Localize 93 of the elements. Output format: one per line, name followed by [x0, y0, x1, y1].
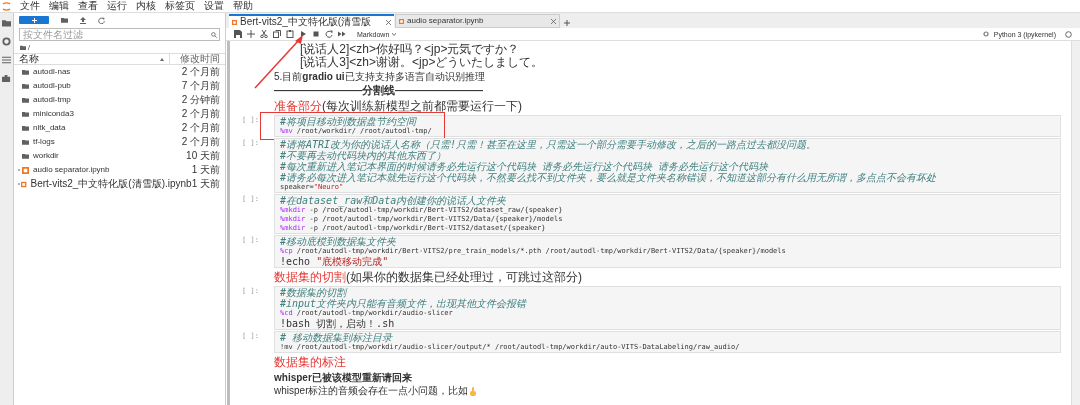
notebook-icon: [21, 180, 27, 188]
file-name[interactable]: autodl-pub: [33, 82, 182, 90]
new-folder-icon[interactable]: [61, 17, 68, 23]
search-icon: [211, 32, 217, 38]
close-icon[interactable]: [551, 18, 556, 24]
restart-icon[interactable]: [325, 30, 333, 38]
file-name[interactable]: workdir: [33, 152, 187, 160]
menu-item[interactable]: 编辑: [49, 1, 69, 11]
notebook-icon: [232, 19, 237, 25]
modified-column-header[interactable]: 修改时间: [170, 54, 225, 64]
menu-item[interactable]: 帮助: [233, 1, 253, 11]
folder-icon: [22, 111, 29, 117]
scrollbar[interactable]: [1071, 41, 1080, 405]
tab-label: Bert-vits2_中文特化版(清雪版: [240, 17, 373, 27]
upload-icon[interactable]: [80, 16, 86, 24]
folder-icon[interactable]: [2, 19, 11, 27]
name-column-header[interactable]: 名称: [14, 54, 170, 64]
modified-time: 2 个月前: [181, 67, 220, 77]
notebook-tab[interactable]: Bert-vits2_中文特化版(清雪版: [229, 14, 394, 28]
code-line: #数据集的切割: [280, 287, 348, 298]
folder-icon: [22, 139, 29, 145]
modified-time: 7 个月前: [181, 81, 220, 91]
file-name[interactable]: autodl-nas: [33, 68, 182, 76]
code-line: #将项目移动到数据盘节约空间: [280, 116, 417, 127]
sort-caret-icon: [160, 57, 164, 61]
markdown-paragraph: whisper标注的音频会存在一点小问题，比如: [274, 386, 469, 396]
settings-icon[interactable]: [982, 31, 989, 37]
file-name[interactable]: Bert-vits2_中文特化版(清雪版).ipynb: [30, 179, 192, 189]
file-name[interactable]: autodl-tmp: [33, 96, 182, 104]
file-name[interactable]: nltk_data: [33, 124, 182, 132]
markdown-code-line: [说话人2]<zh>你好吗？<jp>元気ですか？: [300, 43, 521, 56]
notebook-icon: [399, 18, 404, 24]
menu-item[interactable]: 文件: [20, 1, 40, 11]
code-line: #请将ATRI改为你的说话人名称（只需!只需！甚至在这里，只需这一个部分需要手动修改，之后的一路点过去都没问题。: [280, 139, 818, 150]
code-line: # 移动数据集到标注目录: [280, 332, 393, 343]
new-launcher-button[interactable]: [19, 16, 49, 24]
menu-item[interactable]: 运行: [107, 1, 127, 11]
pointing-hand-icon: [469, 386, 478, 396]
modified-time: 10 天前: [186, 151, 220, 161]
modified-time: 2 个月前: [181, 137, 220, 147]
modified-time: 2 个月前: [181, 123, 220, 133]
close-icon[interactable]: [386, 19, 391, 25]
cut-icon[interactable]: [260, 30, 268, 38]
menu-item[interactable]: 设置: [204, 1, 224, 11]
modified-time: 2 分钟前: [181, 95, 220, 105]
copy-icon[interactable]: [273, 30, 281, 38]
modified-time: 1 天前: [191, 165, 220, 175]
plus-icon: [31, 17, 37, 23]
menu-item[interactable]: 内核: [136, 1, 156, 11]
section-heading: 数据集的切割(如果你的数据集已经处理过，可跳过这部分): [274, 271, 583, 284]
menu-item[interactable]: 查看: [78, 1, 98, 11]
code-line: #每次重新进入笔记本界面的时候请务必先运行这个代码块 请务必先运行这个代码块 请务必先运行这个代码块: [280, 161, 770, 172]
annotation-arrow: [254, 35, 303, 89]
tab-label: audio separator.ipynb: [407, 17, 485, 25]
notebook-tab[interactable]: audio separator.ipynb: [395, 14, 560, 28]
filter-field[interactable]: 按文件名过滤: [19, 28, 220, 41]
paste-icon[interactable]: [286, 30, 294, 38]
folder-icon[interactable]: [20, 44, 26, 50]
folder-icon: [22, 83, 29, 89]
file-name[interactable]: tf-logs: [33, 138, 182, 146]
running-icon[interactable]: [2, 37, 11, 46]
save-icon[interactable]: [234, 30, 242, 38]
code-line: !echo "底模移动完成": [280, 256, 390, 267]
menu-item[interactable]: 标签页: [165, 1, 195, 11]
code-line: #不要再去动代码块内的其他东西了）: [280, 150, 447, 161]
stop-icon[interactable]: [312, 30, 320, 38]
code-line: #input文件夹内只能有音频文件，出现其他文件会报错: [280, 298, 528, 309]
markdown-bold-text: whisper已被该模型重新请回来: [274, 372, 413, 383]
markdown-paragraph: 5.目前gradio ui已支持支持多语言自动识别推理: [274, 71, 486, 82]
folder-icon: [22, 97, 29, 103]
markdown-code-line: [说话人3]<zh>谢谢。<jp>どういたしまして。: [300, 56, 545, 69]
fast-forward-icon[interactable]: [338, 30, 346, 38]
code-line: #移动底模到数据集文件夹: [280, 236, 397, 247]
kernel-status-icon: [1065, 30, 1072, 38]
code-line: !bash 切割，启动！.sh: [280, 318, 396, 329]
file-name[interactable]: audio separator.ipynb: [33, 166, 192, 174]
list-icon[interactable]: [2, 56, 11, 64]
section-heading: 数据集的标注: [274, 356, 347, 369]
notebook-icon: [22, 166, 29, 174]
folder-icon: [22, 153, 29, 159]
caret-icon: [392, 32, 397, 36]
add-tab-icon[interactable]: [564, 20, 570, 26]
app-logo-icon: [2, 1, 11, 11]
divider-heading: ————————分割线————————: [274, 84, 484, 97]
file-name[interactable]: miniconda3: [33, 110, 182, 118]
add-cell-icon[interactable]: [247, 30, 255, 38]
modified-time: 2 个月前: [181, 109, 220, 119]
refresh-icon[interactable]: [98, 16, 105, 24]
folder-icon: [22, 125, 29, 131]
modified-time: 1 天前: [191, 179, 220, 189]
code-line: #请务必每次进入笔记本就先运行这个代码块，不然要么找不到文件夹，要么就是文件夹名称错误，不知道这部分有什么用无所谓，多点点不会有坏处: [280, 172, 938, 183]
folder-icon: [22, 69, 29, 75]
code-line: #在dataset_raw和Data内创建你的说话人文件夹: [280, 195, 507, 206]
